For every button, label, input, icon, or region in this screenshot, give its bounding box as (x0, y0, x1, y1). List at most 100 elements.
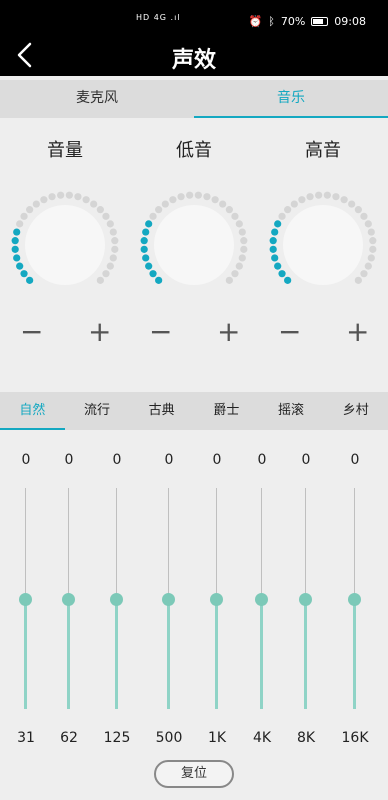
knob-dot (40, 196, 48, 204)
knob-dot (369, 245, 377, 253)
knob-dot (142, 254, 150, 262)
eq-slider-fill[interactable] (260, 597, 263, 709)
eq-slider-track[interactable] (116, 488, 117, 596)
tab-music[interactable]: 音乐 (194, 80, 388, 118)
preset-natural[interactable]: 自然 (0, 392, 65, 430)
app-header: 声效 (0, 36, 388, 76)
eq-band-frequency: 31 (17, 730, 35, 746)
eq-slider-fill[interactable] (67, 597, 70, 709)
eq-band-frequency: 1K (207, 730, 227, 746)
eq-slider-thumb[interactable] (255, 592, 268, 606)
alarm-icon: ⏰ (248, 15, 263, 28)
eq-slider-thumb[interactable] (348, 592, 361, 606)
knob-dot (269, 237, 277, 245)
knob-dot (102, 270, 110, 278)
eq-band: 0 16K (335, 430, 375, 760)
volume-minus-button[interactable]: − (20, 315, 43, 348)
eq-slider-fill[interactable] (215, 597, 218, 709)
knob-dot (145, 262, 153, 270)
eq-band-value: 0 (257, 452, 267, 468)
eq-slider-track[interactable] (168, 488, 169, 596)
preset-jazz[interactable]: 爵士 (194, 392, 259, 430)
knob-dot (169, 196, 177, 204)
eq-slider-thumb[interactable] (299, 592, 312, 606)
page-title: 声效 (171, 48, 216, 73)
eq-slider-fill[interactable] (167, 597, 170, 709)
knob-face[interactable] (283, 205, 363, 285)
knob-dot (240, 245, 248, 253)
eq-slider-track[interactable] (305, 488, 306, 596)
preset-rock[interactable]: 摇滚 (259, 392, 324, 430)
knob-dot (203, 193, 211, 201)
knob-dot (269, 245, 277, 253)
eq-slider-track[interactable] (354, 488, 355, 596)
knob-dot (11, 245, 19, 253)
eq-band-value: 0 (21, 452, 31, 468)
knob-dot (96, 276, 104, 284)
bass-minus-button[interactable]: − (149, 315, 172, 348)
eq-band: 0 125 (97, 430, 137, 760)
knob-dot (315, 191, 323, 199)
knob-dot (235, 220, 243, 228)
knob-dot (278, 212, 286, 220)
eq-band-value: 0 (301, 452, 311, 468)
knob-label: 高音 (305, 140, 341, 161)
knob-dot (284, 276, 292, 284)
knob-face[interactable] (154, 205, 234, 285)
preset-country[interactable]: 乡村 (323, 392, 388, 430)
bass-knob[interactable] (129, 190, 259, 300)
knob-dot (369, 237, 377, 245)
knob-dot (142, 228, 150, 236)
tab-microphone[interactable]: 麦克风 (0, 80, 194, 118)
eq-band-value: 0 (164, 452, 174, 468)
eq-slider-thumb[interactable] (210, 592, 223, 606)
knob-bass: 低音 − + (129, 118, 259, 390)
knob-dot (219, 200, 227, 208)
knob-dot (140, 245, 148, 253)
knob-dot (82, 196, 90, 204)
eq-slider-track[interactable] (68, 488, 69, 596)
knob-dot (111, 245, 119, 253)
knob-dot (74, 193, 82, 201)
knob-dot (149, 270, 157, 278)
volume-plus-button[interactable]: + (88, 315, 111, 348)
knob-dot (323, 191, 331, 199)
knob-dot (161, 200, 169, 208)
knob-face[interactable] (25, 205, 105, 285)
preset-classical[interactable]: 古典 (129, 392, 194, 430)
eq-slider-track[interactable] (261, 488, 262, 596)
eq-slider-fill[interactable] (115, 597, 118, 709)
reset-button[interactable]: 复位 (154, 760, 234, 788)
knob-dot (57, 191, 65, 199)
eq-slider-fill[interactable] (304, 597, 307, 709)
knob-volume: 音量 − + (0, 118, 130, 390)
knob-dot (367, 254, 375, 262)
eq-slider-thumb[interactable] (19, 592, 32, 606)
eq-band-frequency: 8K (296, 730, 316, 746)
knob-dot (348, 200, 356, 208)
eq-band-frequency: 16K (341, 730, 369, 746)
eq-slider-thumb[interactable] (110, 592, 123, 606)
knob-dot (26, 276, 34, 284)
eq-slider-thumb[interactable] (62, 592, 75, 606)
eq-band-frequency: 62 (60, 730, 78, 746)
knob-dot (367, 228, 375, 236)
preset-tabs: 自然 流行 古典 爵士 摇滚 乡村 (0, 392, 388, 430)
knob-dot (284, 206, 292, 214)
knob-dot (20, 212, 28, 220)
knob-treble: 高音 − + (258, 118, 388, 390)
eq-slider-thumb[interactable] (162, 592, 175, 606)
knob-label: 音量 (47, 140, 83, 161)
eq-slider-fill[interactable] (353, 597, 356, 709)
treble-minus-button[interactable]: − (278, 315, 301, 348)
knob-dot (340, 196, 348, 204)
knob-dot (354, 276, 362, 284)
treble-knob[interactable] (258, 190, 388, 300)
volume-knob[interactable] (0, 190, 130, 300)
bass-plus-button[interactable]: + (217, 315, 240, 348)
treble-plus-button[interactable]: + (346, 315, 369, 348)
eq-slider-track[interactable] (25, 488, 26, 596)
preset-pop[interactable]: 流行 (65, 392, 130, 430)
eq-slider-track[interactable] (216, 488, 217, 596)
eq-slider-fill[interactable] (24, 597, 27, 709)
